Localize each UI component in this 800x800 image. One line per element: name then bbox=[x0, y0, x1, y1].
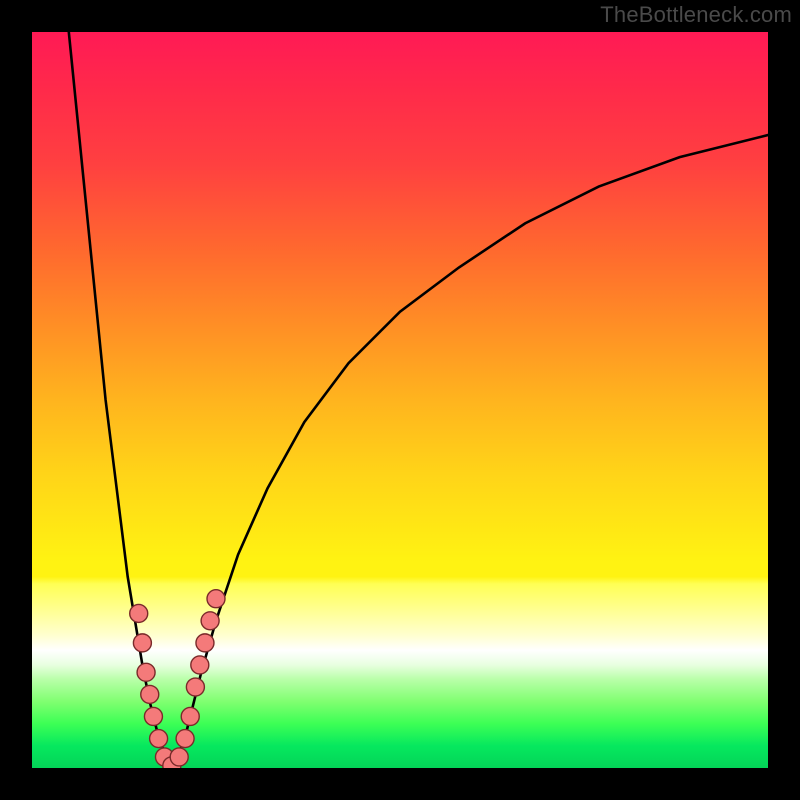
data-marker bbox=[170, 748, 188, 766]
data-marker bbox=[201, 612, 219, 630]
data-marker bbox=[176, 730, 194, 748]
data-marker bbox=[191, 656, 209, 674]
data-marker bbox=[150, 730, 168, 748]
data-marker bbox=[133, 634, 151, 652]
curve-layer bbox=[32, 32, 768, 768]
plot-area bbox=[32, 32, 768, 768]
data-marker bbox=[186, 678, 204, 696]
data-marker bbox=[196, 634, 214, 652]
data-marker bbox=[181, 707, 199, 725]
data-marker bbox=[137, 663, 155, 681]
data-marker bbox=[144, 707, 162, 725]
curve-right-branch bbox=[172, 135, 768, 768]
curve-left-branch bbox=[69, 32, 172, 768]
chart-frame: TheBottleneck.com bbox=[0, 0, 800, 800]
watermark-text: TheBottleneck.com bbox=[600, 2, 792, 28]
data-marker bbox=[207, 590, 225, 608]
data-marker bbox=[141, 685, 159, 703]
data-marker bbox=[130, 604, 148, 622]
